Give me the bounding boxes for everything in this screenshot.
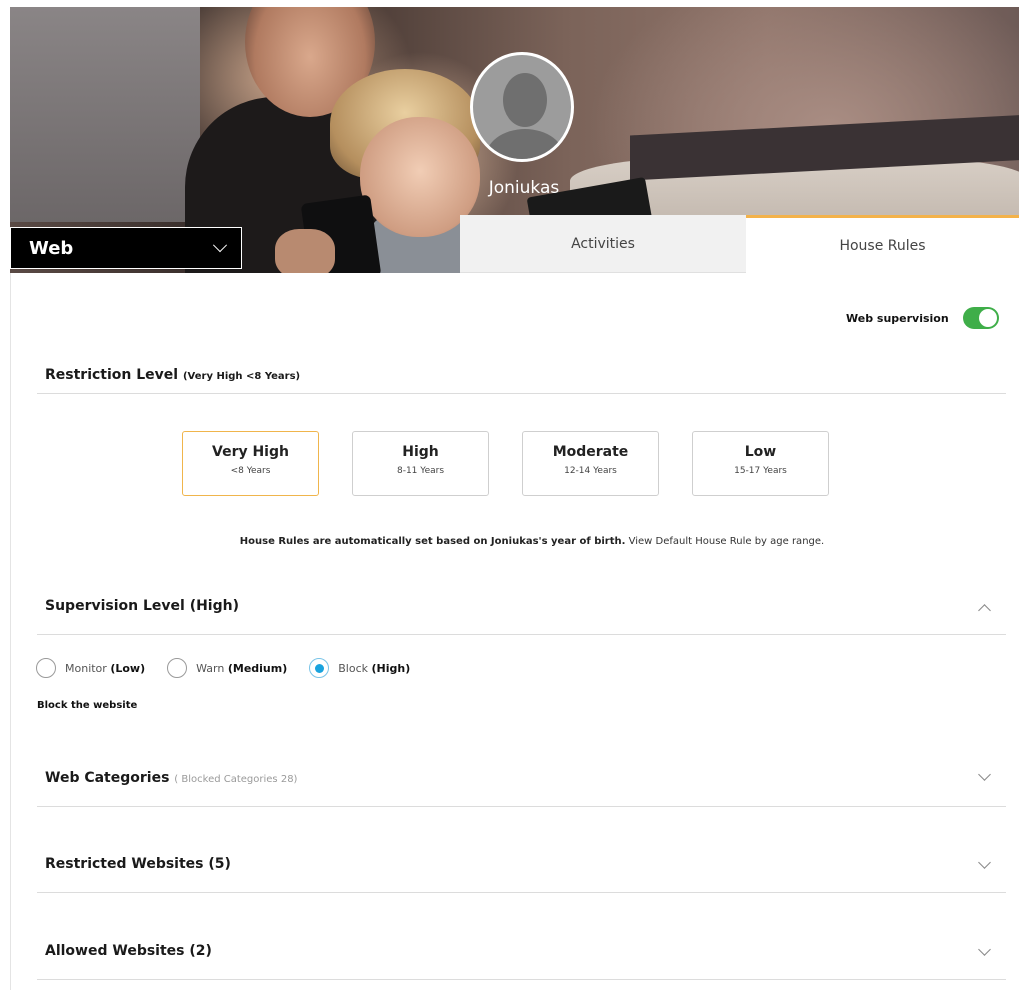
allowed-websites-heading[interactable]: Allowed Websites (2) [45,943,212,959]
restriction-level-subtitle: (Very High <8 Years) [182,371,301,382]
restricted-websites-heading[interactable]: Restricted Websites (5) [45,856,231,872]
divider [37,393,1006,394]
blocked-categories-count: ( Blocked Categories 28) [174,774,298,785]
radio-warn[interactable]: Warn (Medium) [167,658,287,678]
level-card-low[interactable]: Low 15-17 Years [692,431,829,496]
level-card-moderate[interactable]: Moderate 12-14 Years [522,431,659,496]
restriction-level-title: Restriction Level [45,367,179,383]
web-supervision-toggle[interactable] [963,307,999,329]
web-supervision-label: Web supervision [846,312,949,325]
tab-house-rules-label: House Rules [839,237,926,254]
chevron-up-icon[interactable] [978,604,991,617]
level-card-range: 8-11 Years [396,466,445,476]
banner-background-panel [10,7,200,222]
house-rules-note-text: House Rules are automatically set based … [239,536,626,547]
level-card-range: 15-17 Years [734,466,787,476]
level-card-range: <8 Years [230,466,271,476]
toggle-knob [979,309,997,327]
level-card-high[interactable]: High 8-11 Years [352,431,489,496]
content-left-border [10,273,11,990]
radio-monitor[interactable]: Monitor (Low) [36,658,145,678]
radio-circle [167,658,188,678]
web-categories-title: Web Categories [45,770,170,786]
tab-activities-label: Activities [571,235,635,252]
avatar-head-icon [503,73,547,127]
level-card-range: 12-14 Years [564,466,617,476]
child-avatar[interactable] [470,52,574,162]
tab-house-rules[interactable]: House Rules [746,215,1019,273]
banner-hand [275,229,335,273]
radio-label: Block (High) [338,661,411,675]
house-rules-note: House Rules are automatically set based … [0,536,1019,547]
default-house-rule-link[interactable]: View Default House Rule by age range. [629,536,825,547]
divider [37,634,1006,635]
divider [37,892,1006,893]
device-select[interactable]: Web [10,227,242,269]
chevron-down-icon[interactable] [978,768,991,781]
chevron-down-icon[interactable] [978,943,991,956]
supervision-description: Block the website [37,700,138,711]
radio-label: Warn (Medium) [196,661,288,675]
divider [37,979,1006,980]
level-card-title: High [402,444,439,460]
web-categories-heading[interactable]: Web Categories ( Blocked Categories 28) [45,770,297,786]
level-card-title: Very High [212,444,289,460]
avatar-body-icon [485,129,565,159]
radio-block[interactable]: Block (High) [309,658,410,678]
radio-circle [36,658,56,678]
supervision-options: Monitor (Low) Warn (Medium) Block (High) [36,658,432,678]
child-name: Joniukas [488,178,560,198]
device-select-label: Web [29,237,74,259]
radio-label: Monitor (Low) [65,661,146,675]
divider [37,806,1006,807]
chevron-down-icon[interactable] [978,856,991,869]
level-card-title: Low [744,444,777,460]
level-card-very-high[interactable]: Very High <8 Years [182,431,319,496]
level-card-title: Moderate [552,444,629,460]
radio-circle-selected [309,658,330,678]
tab-activities[interactable]: Activities [460,215,746,273]
chevron-down-icon [212,238,228,253]
restriction-level-heading: Restriction Level (Very High <8 Years) [45,367,300,383]
supervision-level-heading: Supervision Level (High) [45,598,239,614]
